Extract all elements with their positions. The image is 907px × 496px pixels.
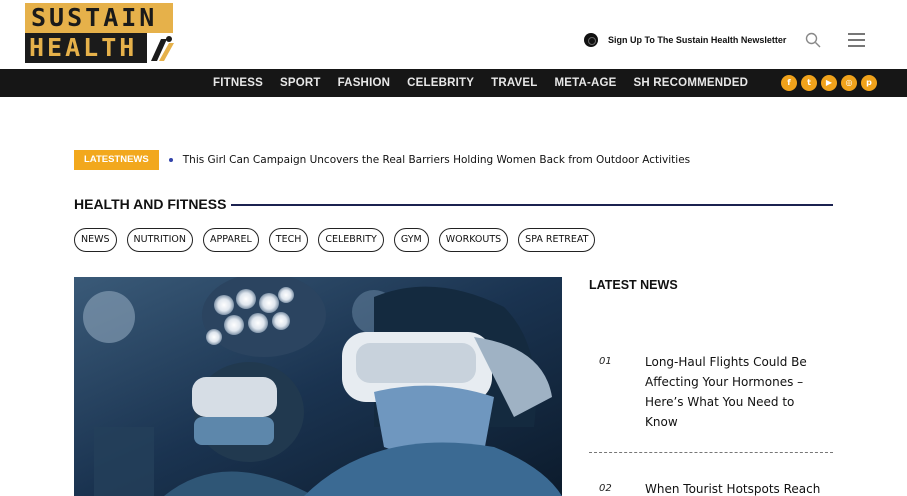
ticker-bullet — [168, 158, 173, 162]
section-title: HEALTH AND FITNESS — [74, 196, 227, 212]
logo-line2: HEALTH — [29, 33, 138, 62]
section-divider — [231, 204, 833, 206]
featured-article-image[interactable] — [74, 277, 562, 496]
social-links: f t ▶ ◎ p — [781, 75, 877, 91]
instagram-icon[interactable]: ◎ — [841, 75, 857, 91]
news-number: 01 — [599, 356, 612, 367]
site-logo[interactable]: SUSTAIN HEALTH — [25, 3, 175, 63]
logo-bottom-band: HEALTH — [25, 33, 147, 63]
nav-items: FITNESS SPORT FASHION CELEBRITY TRAVEL M… — [213, 69, 765, 97]
news-number: 02 — [599, 483, 612, 494]
tag-tech[interactable]: TECH — [268, 228, 309, 252]
nav-item-travel[interactable]: TRAVEL — [491, 77, 537, 89]
tag-news[interactable]: NEWS — [74, 228, 117, 252]
nav-item-meta-age[interactable]: META-AGE — [554, 77, 616, 89]
tag-spa-retreat[interactable]: SPA RETREAT — [518, 228, 596, 252]
news-title[interactable]: Long-Haul Flights Could Be Affecting You… — [645, 352, 825, 432]
news-title[interactable]: When Tourist Hotspots Reach — [645, 479, 825, 496]
category-tags: NEWS NUTRITION APPAREL TECH CELEBRITY GY… — [74, 228, 596, 252]
site-header: SUSTAIN HEALTH Sign Up To The Sustain He… — [0, 0, 907, 69]
latest-news-ticker: LATESTNEWS This Girl Can Campaign Uncove… — [74, 150, 690, 170]
youtube-icon[interactable]: ▶ — [821, 75, 837, 91]
tag-gym[interactable]: GYM — [393, 228, 429, 252]
nav-item-sh-recommended[interactable]: SH RECOMMENDED — [634, 77, 749, 89]
logo-runner-mark — [151, 36, 174, 61]
facebook-icon[interactable]: f — [781, 75, 797, 91]
ticker-headline[interactable]: This Girl Can Campaign Uncovers the Real… — [183, 154, 690, 166]
nav-item-fitness[interactable]: FITNESS — [213, 77, 263, 89]
newsletter-label: Sign Up To The Sustain Health Newsletter — [608, 35, 787, 45]
logo-line1: SUSTAIN — [31, 3, 158, 32]
logo-top-band: SUSTAIN — [25, 3, 173, 33]
hamburger-menu-icon[interactable] — [848, 33, 865, 47]
sidebar-title: LATEST NEWS — [589, 278, 678, 292]
newsletter-icon — [584, 33, 598, 47]
surgeons-vr-illustration — [74, 277, 562, 496]
tag-apparel[interactable]: APPAREL — [203, 228, 259, 252]
newsletter-signup[interactable]: Sign Up To The Sustain Health Newsletter — [584, 33, 786, 47]
tag-celebrity[interactable]: CELEBRITY — [318, 228, 384, 252]
news-divider — [589, 452, 833, 453]
tag-nutrition[interactable]: NUTRITION — [126, 228, 194, 252]
search-icon[interactable] — [805, 32, 821, 48]
ticker-label: LATESTNEWS — [74, 150, 159, 170]
nav-item-fashion[interactable]: FASHION — [338, 77, 391, 89]
tag-workouts[interactable]: WORKOUTS — [438, 228, 509, 252]
nav-item-celebrity[interactable]: CELEBRITY — [407, 77, 474, 89]
main-nav: FITNESS SPORT FASHION CELEBRITY TRAVEL M… — [0, 69, 907, 97]
nav-item-sport[interactable]: SPORT — [280, 77, 321, 89]
pinterest-icon[interactable]: p — [861, 75, 877, 91]
twitter-icon[interactable]: t — [801, 75, 817, 91]
